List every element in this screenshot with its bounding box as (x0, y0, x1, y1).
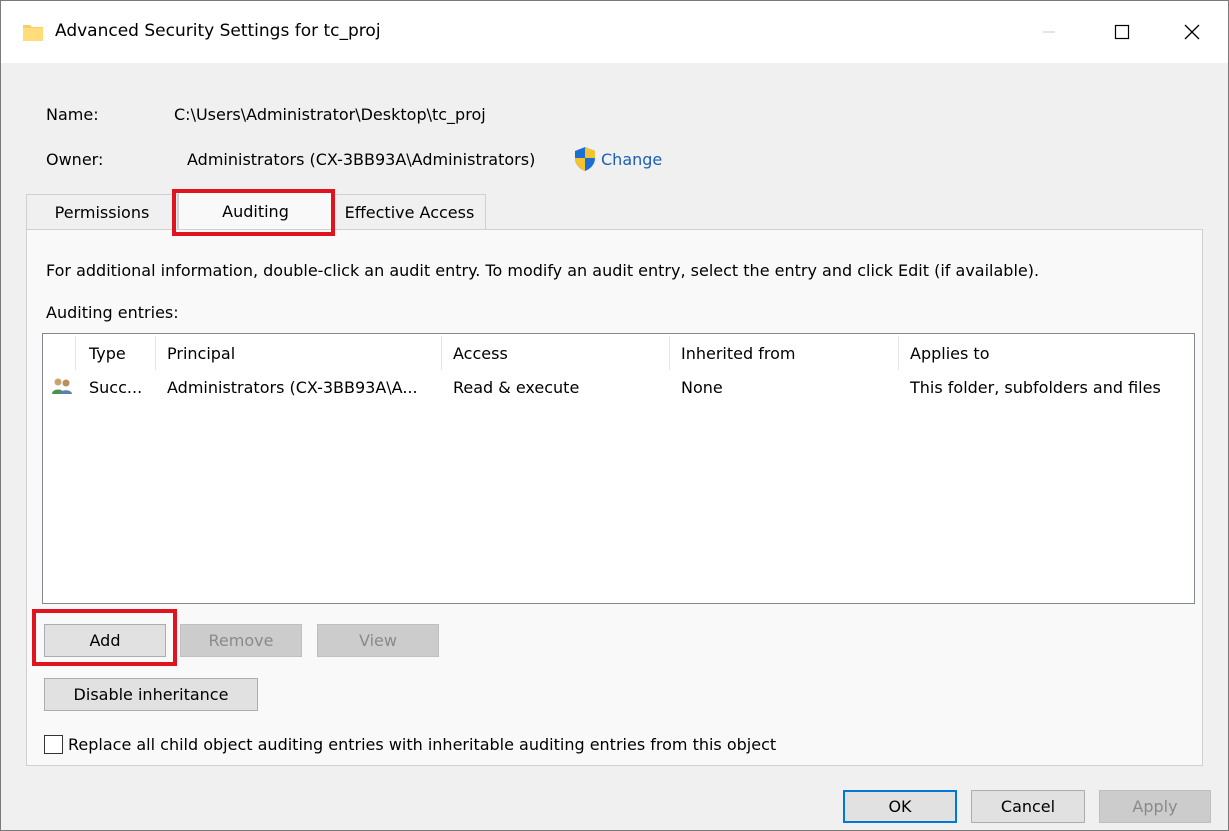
auditing-tab-highlight (172, 189, 335, 236)
disable-inheritance-button[interactable]: Disable inheritance (44, 678, 258, 711)
window-title: Advanced Security Settings for tc_proj (55, 21, 381, 41)
view-button[interactable]: View (317, 624, 439, 657)
cell-type: Succ... (89, 378, 143, 397)
tab-permissions-label: Permissions (54, 203, 150, 222)
auditing-entries-list[interactable]: Type Principal Access Inherited from App… (42, 333, 1195, 604)
maximize-icon (1114, 24, 1130, 40)
tab-effective-access[interactable]: Effective Access (333, 194, 486, 230)
name-value: C:\Users\Administrator\Desktop\tc_proj (174, 105, 486, 124)
name-label: Name: (46, 105, 99, 124)
close-button[interactable] (1157, 1, 1227, 63)
change-owner-link[interactable]: Change (601, 150, 662, 169)
auditing-info-text: For additional information, double-click… (46, 261, 1040, 280)
replace-child-entries-label[interactable]: Replace all child object auditing entrie… (68, 735, 776, 754)
close-icon (1184, 24, 1200, 40)
owner-label: Owner: (46, 150, 104, 169)
remove-button[interactable]: Remove (180, 624, 302, 657)
column-header-principal[interactable]: Principal (167, 344, 235, 363)
cell-principal: Administrators (CX-3BB93A\A... (167, 378, 418, 397)
user-group-icon (52, 378, 72, 394)
cell-applies-to: This folder, subfolders and files (910, 378, 1161, 397)
uac-shield-icon (575, 147, 595, 171)
folder-icon (23, 25, 43, 41)
auditing-entries-label: Auditing entries: (46, 303, 179, 322)
column-header-access[interactable]: Access (453, 344, 508, 363)
maximize-button[interactable] (1087, 1, 1157, 63)
column-header-inherited-from[interactable]: Inherited from (681, 344, 795, 363)
table-row[interactable]: Succ... Administrators (CX-3BB93A\A... R… (43, 370, 1194, 400)
apply-button[interactable]: Apply (1099, 790, 1211, 823)
add-button-highlight (32, 609, 177, 666)
tab-permissions[interactable]: Permissions (26, 194, 178, 230)
cell-access: Read & execute (453, 378, 580, 397)
column-header-applies-to[interactable]: Applies to (910, 344, 989, 363)
title-bar[interactable]: Advanced Security Settings for tc_proj (1, 1, 1228, 63)
replace-child-entries-checkbox[interactable] (44, 735, 63, 754)
tab-effective-access-label: Effective Access (344, 203, 475, 222)
ok-button[interactable]: OK (843, 790, 957, 823)
column-header-type[interactable]: Type (89, 344, 126, 363)
minimize-button[interactable] (1014, 1, 1084, 63)
minimize-icon (1043, 31, 1055, 33)
cancel-button[interactable]: Cancel (971, 790, 1085, 823)
cell-inherited-from: None (681, 378, 723, 397)
advanced-security-settings-window: Advanced Security Settings for tc_proj N… (0, 0, 1229, 831)
owner-value: Administrators (CX-3BB93A\Administrators… (187, 150, 536, 169)
